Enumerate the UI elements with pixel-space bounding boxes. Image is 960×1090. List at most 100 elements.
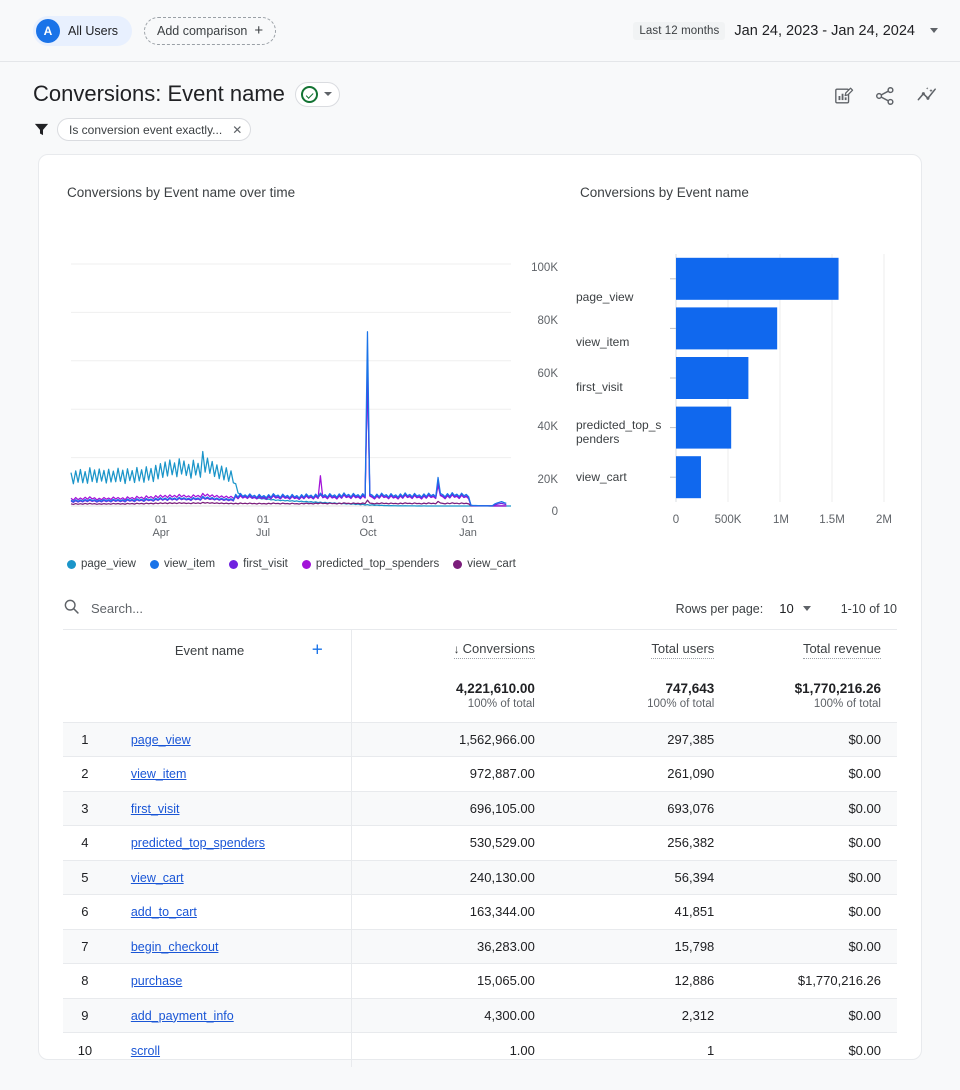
- row-conversions: 972,887.00: [350, 756, 551, 791]
- report-page: A All Users Add comparison + Last 12 mon…: [0, 0, 960, 1090]
- table-row[interactable]: 7 begin_checkout 36,283.00 15,798 $0.00: [63, 928, 897, 964]
- conversion-event-selector[interactable]: [294, 81, 340, 107]
- legend-item-view-item[interactable]: view_item: [149, 558, 215, 570]
- legend-item-view-cart[interactable]: view_cart: [453, 558, 516, 570]
- header-conversions[interactable]: ↓ Conversions: [350, 630, 551, 670]
- header-total-users[interactable]: Total users: [551, 630, 730, 670]
- totals-name: [107, 670, 352, 722]
- bar-category-label: view_item: [576, 335, 630, 349]
- event-name-link[interactable]: predicted_top_spenders: [131, 836, 265, 850]
- row-event-name[interactable]: add_to_cart: [106, 894, 352, 929]
- segment-chip-all-users[interactable]: A All Users: [33, 15, 133, 46]
- row-event-name[interactable]: first_visit: [106, 790, 352, 826]
- bar-x-tick-1-5m: 1.5M: [819, 514, 845, 526]
- event-name-link[interactable]: add_to_cart: [131, 905, 197, 919]
- close-icon[interactable]: ✕: [232, 124, 242, 136]
- search-input[interactable]: Search...: [63, 598, 676, 620]
- row-event-name[interactable]: begin_checkout: [106, 928, 352, 964]
- event-name-link[interactable]: add_payment_info: [131, 1009, 234, 1023]
- add-dimension-icon[interactable]: +: [312, 641, 323, 660]
- row-total-users: 1: [550, 1032, 731, 1067]
- event-name-link[interactable]: view_item: [131, 767, 187, 781]
- table-toolbar: Search... Rows per page: 10 1-10 of 10: [63, 588, 897, 630]
- row-total-revenue: $0.00: [730, 721, 897, 757]
- row-conversions: 1.00: [350, 1032, 551, 1067]
- date-range-text: Jan 24, 2023 - Jan 24, 2024: [734, 22, 915, 39]
- event-name-link[interactable]: first_visit: [131, 802, 180, 816]
- legend-label: first_visit: [243, 558, 288, 570]
- row-total-revenue: $0.00: [730, 756, 897, 791]
- header-event-name[interactable]: Event name +: [107, 630, 352, 670]
- header-rank: [63, 630, 107, 670]
- rows-per-page-selector[interactable]: Rows per page: 10: [676, 601, 811, 616]
- x-tick-jan: 01 Jan: [459, 514, 477, 539]
- row-event-name[interactable]: predicted_top_spenders: [106, 825, 352, 860]
- event-name-link[interactable]: view_cart: [131, 871, 184, 885]
- chevron-down-icon: [802, 606, 811, 611]
- bar-x-tick-0: 0: [672, 514, 680, 526]
- table-row[interactable]: 9 add_payment_info 4,300.00 2,312 $0.00: [63, 997, 897, 1033]
- bar-category-label: page_view: [576, 290, 634, 304]
- search-icon: [63, 598, 80, 620]
- bar-x-tick-500k: 500K: [714, 514, 742, 526]
- filter-chip[interactable]: Is conversion event exactly... ✕: [57, 118, 252, 141]
- row-total-users: 56,394: [550, 859, 731, 895]
- share-icon[interactable]: [875, 86, 895, 111]
- header-event-name-label: Event name: [174, 642, 245, 658]
- add-comparison-button[interactable]: Add comparison +: [144, 16, 277, 45]
- line-x-axis: 01 Apr 01 Jul 01 Oct 01 Jan: [63, 514, 558, 544]
- table-row[interactable]: 8 purchase 15,065.00 12,886 $1,770,216.26: [63, 963, 897, 998]
- row-conversions: 240,130.00: [350, 859, 551, 895]
- insights-icon[interactable]: [916, 86, 938, 111]
- chevron-down-icon: [930, 28, 938, 33]
- row-event-name[interactable]: view_item: [106, 756, 352, 791]
- bar-chart[interactable]: page_view view_item first_visit predicte…: [576, 216, 898, 516]
- legend-item-page-view[interactable]: page_view: [67, 558, 136, 570]
- table-row[interactable]: 10 scroll 1.00 1 $0.00: [63, 1032, 897, 1067]
- line-chart-legend: page_view view_item first_visit predicte…: [67, 558, 558, 570]
- row-rank: 5: [63, 859, 107, 895]
- pagination-range: 1-10 of 10: [840, 601, 897, 616]
- x-tick-jul: 01 Jul: [255, 514, 271, 539]
- totals-conversions-value: 4,221,610.00: [456, 681, 535, 697]
- date-range-selector[interactable]: Last 12 months Jan 24, 2023 - Jan 24, 20…: [633, 21, 938, 40]
- row-conversions: 4,300.00: [350, 997, 551, 1033]
- line-chart[interactable]: 100K 80K 60K 40K 20K 0: [63, 216, 558, 518]
- row-rank: 1: [63, 721, 107, 757]
- row-rank: 3: [63, 790, 107, 826]
- table-row[interactable]: 5 view_cart 240,130.00 56,394 $0.00: [63, 859, 897, 895]
- x-tick-apr: 01 Apr: [152, 514, 170, 539]
- table-row[interactable]: 2 view_item 972,887.00 261,090 $0.00: [63, 756, 897, 791]
- header-conversions-label: Conversions: [462, 641, 535, 656]
- legend-item-predicted-top-spenders[interactable]: predicted_top_spenders: [301, 558, 439, 570]
- legend-item-first-visit[interactable]: first_visit: [229, 558, 288, 570]
- event-name-link[interactable]: scroll: [131, 1044, 160, 1058]
- event-name-link[interactable]: purchase: [131, 974, 182, 988]
- line-chart-panel: Conversions by Event name over time 100K…: [63, 175, 558, 570]
- row-event-name[interactable]: page_view: [106, 721, 352, 757]
- row-total-revenue: $0.00: [730, 928, 897, 964]
- y-tick-40k: 40K: [537, 421, 558, 433]
- header-total-revenue-label: Total revenue: [802, 641, 881, 659]
- legend-dot: [229, 559, 239, 569]
- charts-section: Conversions by Event name over time 100K…: [39, 155, 921, 570]
- row-rank: 8: [63, 963, 107, 998]
- bar-category-label: predicted_top_s penders: [576, 418, 662, 446]
- row-total-revenue: $0.00: [730, 859, 897, 895]
- row-event-name[interactable]: view_cart: [106, 859, 352, 895]
- header-total-revenue[interactable]: Total revenue: [730, 630, 897, 670]
- table-row[interactable]: 4 predicted_top_spenders 530,529.00 256,382…: [63, 825, 897, 860]
- table-row[interactable]: 3 first_visit 696,105.00 693,076 $0.00: [63, 790, 897, 826]
- filter-chip-label: Is conversion event exactly...: [69, 122, 223, 137]
- edit-chart-icon[interactable]: [834, 86, 854, 111]
- table-row[interactable]: 6 add_to_cart 163,344.00 41,851 $0.00: [63, 894, 897, 929]
- bar-category-label: view_cart: [576, 470, 627, 484]
- row-conversions: 696,105.00: [350, 790, 551, 826]
- event-name-link[interactable]: page_view: [131, 733, 191, 747]
- totals-users-value: 747,643: [665, 681, 715, 697]
- table-row[interactable]: 1 page_view 1,562,966.00 297,385 $0.00: [63, 721, 897, 757]
- row-event-name[interactable]: scroll: [106, 1032, 352, 1067]
- row-event-name[interactable]: purchase: [106, 963, 352, 998]
- event-name-link[interactable]: begin_checkout: [131, 940, 219, 954]
- row-event-name[interactable]: add_payment_info: [106, 997, 352, 1033]
